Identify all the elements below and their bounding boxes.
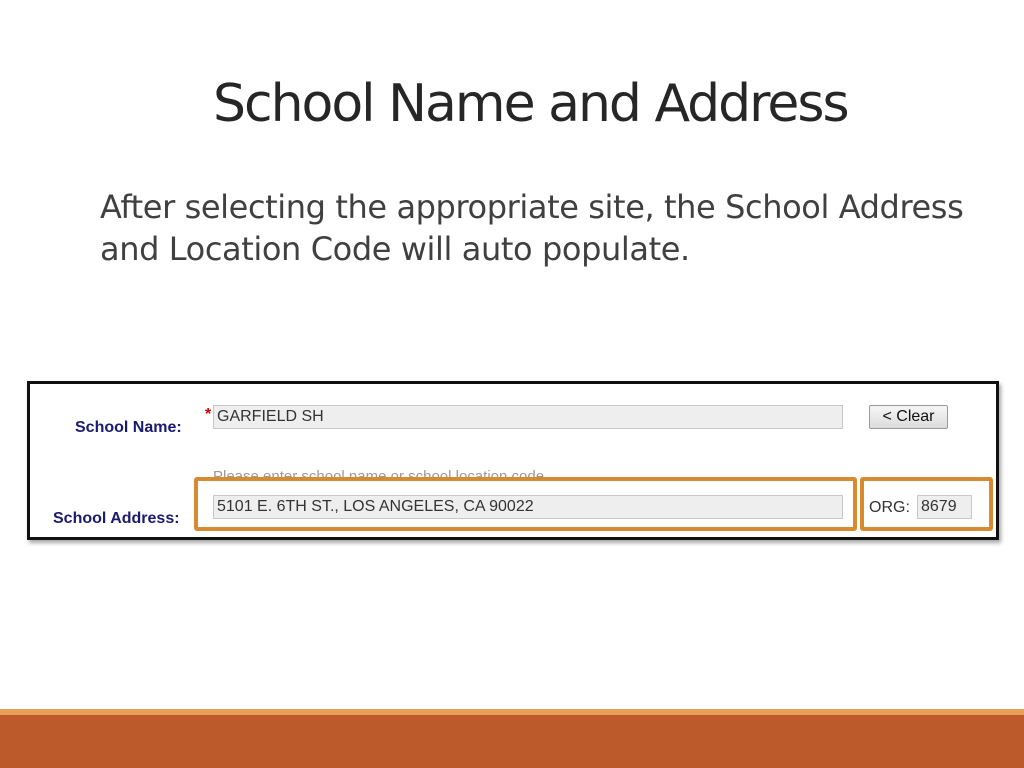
slide-body-text: After selecting the appropriate site, th… — [100, 188, 964, 268]
school-name-label: School Name: — [75, 419, 182, 436]
form-screenshot: School Name: * GARFIELD SH < Clear Pleas… — [27, 381, 999, 540]
footer-bar — [0, 715, 1024, 768]
school-address-label: School Address: — [53, 510, 180, 527]
school-name-input[interactable]: GARFIELD SH — [213, 405, 843, 429]
address-highlight — [194, 477, 857, 531]
required-marker: * — [205, 406, 212, 423]
clear-button[interactable]: < Clear — [869, 405, 948, 429]
org-highlight — [860, 477, 993, 531]
slide-title: School Name and Address — [213, 74, 850, 134]
